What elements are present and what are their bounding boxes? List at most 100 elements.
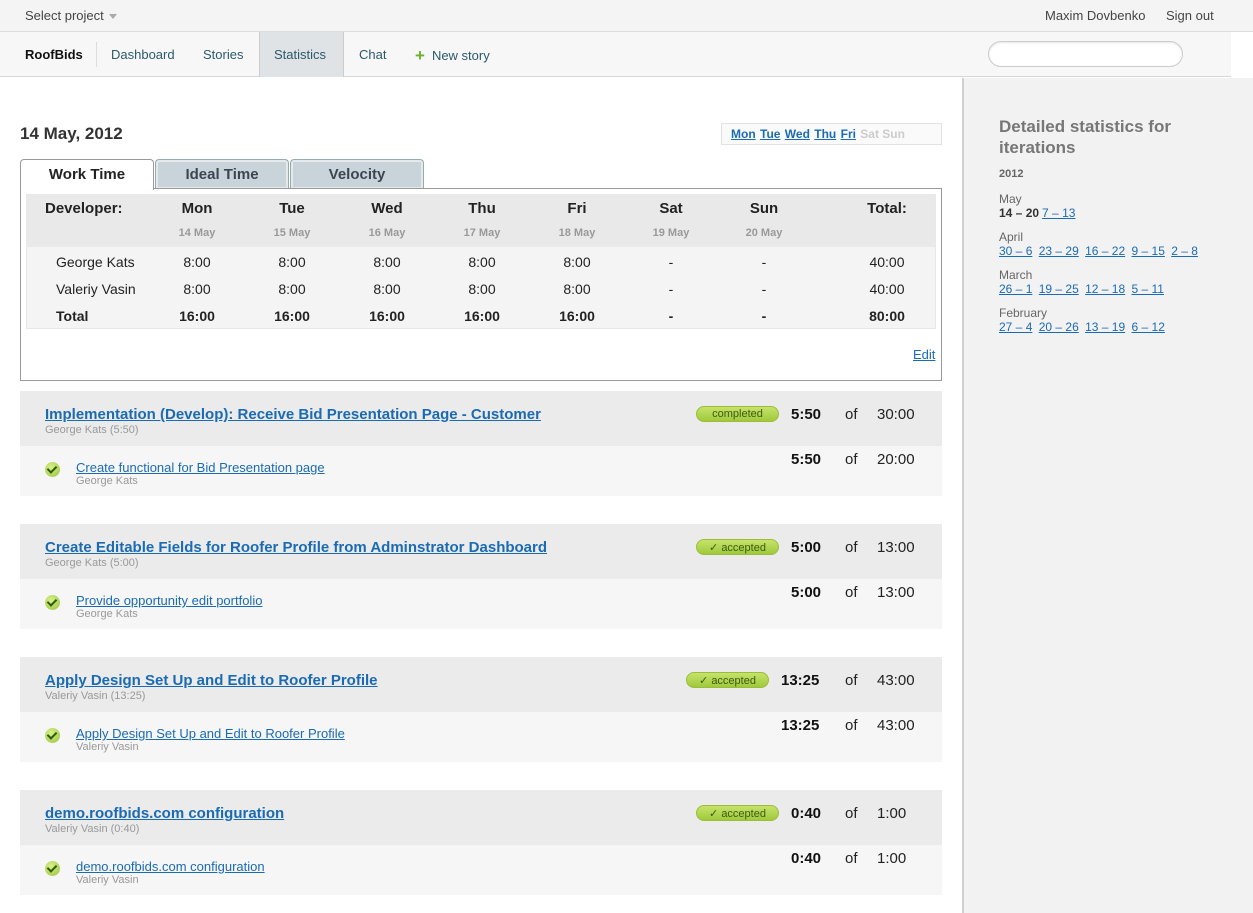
day-filter: Mon Tue Wed Thu Fri Sat Sun (721, 123, 942, 145)
iteration-link[interactable]: 16 – 22 (1085, 244, 1125, 258)
totals-label: Total (56, 308, 89, 324)
story-title-link[interactable]: demo.roofbids.com configuration (45, 805, 284, 822)
col-header-sat: Sat (659, 200, 683, 217)
project-select[interactable]: Select project (25, 8, 117, 23)
story-estimate: 13:00 (877, 539, 915, 556)
table-cell: 8:00 (278, 254, 306, 270)
of-label: of (845, 850, 858, 867)
plus-icon: + (415, 46, 425, 65)
iteration-link[interactable]: 30 – 6 (999, 244, 1032, 258)
task-link[interactable]: Provide opportunity edit portfolio (76, 593, 262, 608)
col-header-sun: Sun (749, 200, 779, 217)
tab-ideal-time[interactable]: Ideal Time (155, 159, 289, 189)
nav-divider (96, 42, 97, 67)
of-label: of (845, 805, 858, 822)
day-link-tue[interactable]: Tue (760, 127, 780, 141)
story-owner: George Kats (5:50) (45, 424, 139, 436)
table-cell: 8:00 (373, 281, 401, 297)
iteration-link[interactable]: 26 – 1 (999, 282, 1032, 296)
iteration-links: 26 – 1 19 – 25 12 – 18 5 – 11 (999, 282, 1167, 296)
check-icon (45, 728, 60, 743)
tab-work-time[interactable]: Work Time (20, 159, 154, 190)
task-link[interactable]: Create functional for Bid Presentation p… (76, 460, 325, 475)
iteration-link[interactable]: 5 – 11 (1132, 282, 1164, 296)
new-story-button[interactable]: + New story (415, 45, 490, 65)
iteration-link[interactable]: 2 – 8 (1171, 244, 1198, 258)
story-title-link[interactable]: Implementation (Develop): Receive Bid Pr… (45, 406, 541, 423)
day-link-wed[interactable]: Wed (785, 127, 810, 141)
day-link-mon[interactable]: Mon (731, 127, 756, 141)
status-badge-label: accepted (721, 808, 766, 820)
table-cell: - (668, 281, 674, 297)
story-time-spent: 5:00 (791, 539, 822, 556)
work-time-panel: Developer: Mon Tue Wed Thu Fri Sat Sun T… (20, 188, 942, 381)
table-cell: 8:00 (563, 281, 591, 297)
iterations-sidebar: Detailed statistics for iterations 2012 … (962, 78, 1253, 913)
iteration-links: 14 – 20 7 – 13 (999, 206, 1078, 220)
status-badge: ✓ accepted (696, 539, 779, 555)
date-label: 14 May (178, 227, 216, 239)
nav-dashboard[interactable]: Dashboard (111, 47, 175, 62)
month-label: March (999, 268, 1033, 282)
story-title-link[interactable]: Create Editable Fields for Roofer Profil… (45, 539, 547, 556)
iteration-link[interactable]: 20 – 26 (1039, 320, 1079, 334)
story-block: Apply Design Set Up and Edit to Roofer P… (20, 657, 942, 762)
col-header-total: Total: (867, 200, 907, 217)
iteration-link[interactable]: 13 – 19 (1085, 320, 1125, 334)
table-cell: - (761, 281, 767, 297)
grand-total: 80:00 (869, 308, 905, 324)
new-story-label: New story (431, 48, 490, 63)
page-title: 14 May, 2012 (20, 124, 123, 143)
user-name[interactable]: Maxim Dovbenko (1045, 8, 1145, 23)
developer-name: George Kats (56, 254, 135, 270)
col-header-developer: Developer: (45, 200, 123, 217)
nav-statistics[interactable]: Statistics (274, 47, 326, 62)
col-header-thu: Thu (468, 200, 496, 217)
nav-chat[interactable]: Chat (359, 47, 386, 62)
iteration-link[interactable]: 27 – 4 (999, 320, 1032, 334)
day-link-fri[interactable]: Fri (841, 127, 856, 141)
date-label: 18 May (558, 227, 596, 239)
nav-stories[interactable]: Stories (203, 47, 243, 62)
date-label: 15 May (273, 227, 311, 239)
iteration-link[interactable]: 12 – 18 (1085, 282, 1125, 296)
table-cell: 8:00 (183, 254, 211, 270)
task-link[interactable]: demo.roofbids.com configuration (76, 859, 265, 874)
task-estimate: 1:00 (877, 850, 907, 867)
table-cell: - (761, 254, 767, 270)
date-label: 19 May (652, 227, 690, 239)
iteration-link[interactable]: 23 – 29 (1039, 244, 1079, 258)
of-label: of (845, 717, 858, 734)
task-time-spent: 5:50 (791, 451, 822, 468)
sign-out-link[interactable]: Sign out (1166, 8, 1214, 23)
task-estimate: 13:00 (877, 584, 915, 601)
developer-name: Valeriy Vasin (56, 281, 136, 297)
sidebar-title: Detailed statistics for iterations (999, 117, 1171, 157)
day-link-thu[interactable]: Thu (814, 127, 836, 141)
of-label: of (845, 406, 858, 423)
story-owner: Valeriy Vasin (13:25) (45, 690, 146, 702)
iteration-link[interactable]: 6 – 12 (1132, 320, 1165, 334)
task-link[interactable]: Apply Design Set Up and Edit to Roofer P… (76, 726, 345, 741)
of-label: of (845, 539, 858, 556)
table-cell: 8:00 (468, 281, 496, 297)
col-header-mon: Mon (181, 200, 213, 217)
row-total: 40:00 (869, 281, 905, 297)
iteration-links: 27 – 4 20 – 26 13 – 19 6 – 12 (999, 320, 1168, 334)
total-cell: 16:00 (179, 308, 215, 324)
total-cell: 16:00 (464, 308, 500, 324)
check-icon (45, 861, 60, 876)
edit-link[interactable]: Edit (913, 347, 935, 362)
search-input[interactable] (988, 41, 1183, 67)
iteration-link[interactable]: 7 – 13 (1042, 206, 1075, 220)
iteration-link[interactable]: 19 – 25 (1039, 282, 1079, 296)
brand-logo[interactable]: RoofBids (25, 47, 83, 62)
date-label: 16 May (368, 227, 406, 239)
story-block: Implementation (Develop): Receive Bid Pr… (20, 391, 942, 496)
story-owner: Valeriy Vasin (0:40) (45, 823, 140, 835)
tab-velocity[interactable]: Velocity (290, 159, 424, 189)
iteration-link[interactable]: 9 – 15 (1132, 244, 1165, 258)
total-cell: - (668, 308, 674, 324)
project-select-label: Select project (25, 8, 104, 23)
story-title-link[interactable]: Apply Design Set Up and Edit to Roofer P… (45, 672, 378, 689)
